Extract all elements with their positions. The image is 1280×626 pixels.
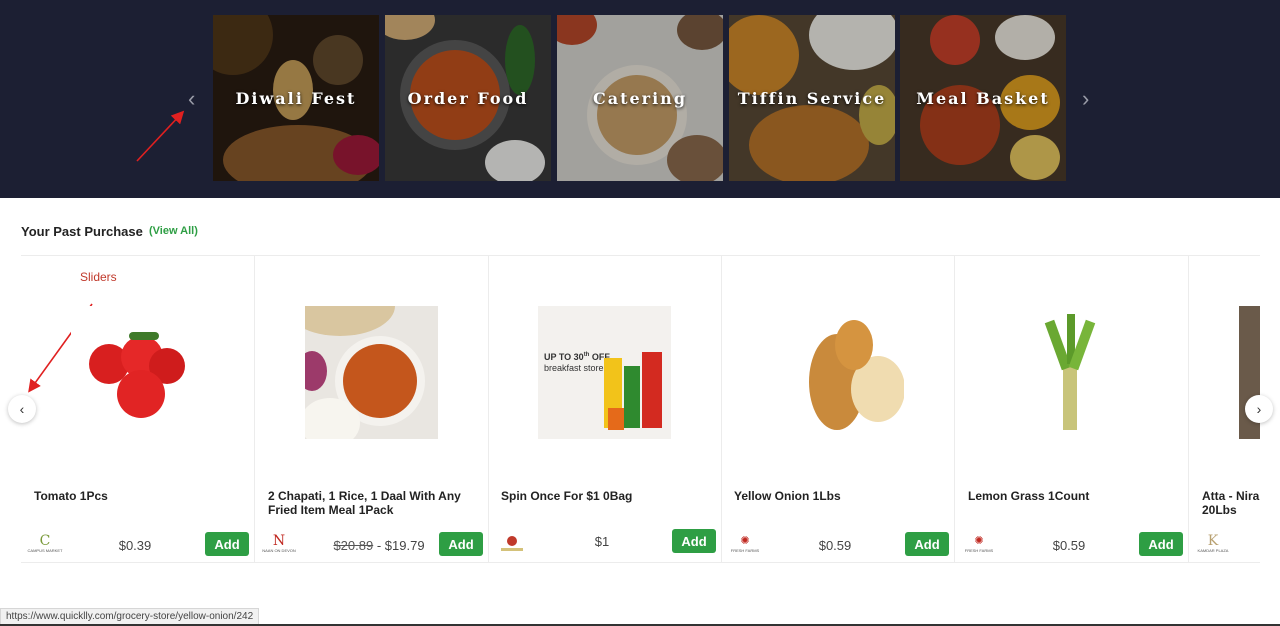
add-to-cart-button[interactable]: Add [1139, 532, 1183, 556]
category-catering[interactable]: Catering [557, 15, 723, 181]
product-old-price: $20.89 [333, 538, 374, 553]
store-logo-name: FRESH FARMS [730, 547, 760, 553]
product-price: $20.89 - $19.79 [333, 538, 425, 553]
store-logo-glyph: C [39, 532, 51, 549]
category-banner: ‹ Diwali Fest Order Food Catering Tiffin… [0, 0, 1280, 198]
store-logo-fresh-farms: ✺ FRESH FARMS [960, 532, 998, 554]
store-logo-name: FRESH FARMS [964, 547, 994, 553]
product-price: $0.39 [118, 538, 152, 553]
category-label: Tiffin Service [737, 88, 887, 108]
promo-text: UP TO 30th OFF breakfast store [544, 352, 610, 373]
store-logo [493, 532, 531, 554]
store-logo-glyph: ✺ [740, 533, 750, 547]
view-all-link[interactable]: (View All) [149, 225, 198, 237]
store-logo-glyph: ✺ [974, 533, 984, 547]
product-image-onion[interactable] [771, 306, 904, 439]
product-image-meal[interactable] [305, 306, 438, 439]
store-logo-name: KAMDAR PLAZA [1197, 547, 1229, 553]
product-name[interactable]: Atta - Nira 20Lbs [1202, 489, 1260, 517]
store-logo-glyph: N [272, 532, 286, 549]
product-price: $1 [594, 534, 610, 549]
store-logo-name: NAAN ON DEVON [262, 547, 296, 553]
product-card[interactable]: Yellow Onion 1Lbs ✺ FRESH FARMS $0.59 Ad… [721, 256, 955, 562]
slider-prev-button[interactable]: ‹ [8, 395, 36, 423]
category-meal-basket[interactable]: Meal Basket [900, 15, 1066, 181]
product-name[interactable]: 2 Chapati, 1 Rice, 1 Daal With Any Fried… [268, 489, 478, 517]
product-sale-price: $19.79 [384, 538, 425, 553]
store-logo-fresh-farms: ✺ FRESH FARMS [726, 532, 764, 554]
category-label: Order Food [407, 88, 529, 108]
category-label: Meal Basket [916, 88, 1050, 108]
add-to-cart-button[interactable]: Add [905, 532, 949, 556]
category-diwali-fest[interactable]: Diwali Fest [213, 15, 379, 181]
store-logo-naan-on-devon: N NAAN ON DEVON [260, 532, 298, 554]
category-order-food[interactable]: Order Food [385, 15, 551, 181]
product-price: $0.59 [818, 538, 852, 553]
add-to-cart-button[interactable]: Add [205, 532, 249, 556]
past-purchase-title: Your Past Purchase [21, 224, 143, 239]
product-name[interactable]: Lemon Grass 1Count [968, 489, 1178, 503]
store-logo-kamdar-plaza: K KAMDAR PLAZA [1194, 532, 1232, 554]
add-to-cart-button[interactable]: Add [672, 529, 716, 553]
product-card[interactable]: 2 Chapati, 1 Rice, 1 Daal With Any Fried… [255, 256, 489, 562]
add-to-cart-button[interactable]: Add [439, 532, 483, 556]
product-card[interactable]: Lemon Grass 1Count ✺ FRESH FARMS $0.59 A… [955, 256, 1189, 562]
store-logo-glyph: K [1207, 532, 1219, 549]
store-logo-campus-market: C CAMPUS MARKET [26, 532, 64, 554]
product-name[interactable]: Spin Once For $1 0Bag [501, 489, 711, 503]
product-name[interactable]: Yellow Onion 1Lbs [734, 489, 944, 503]
product-card[interactable]: UP TO 30th OFF breakfast store Spin Once… [488, 256, 722, 562]
product-name[interactable]: Tomato 1Pcs [34, 489, 244, 503]
product-image-spin-promo[interactable]: UP TO 30th OFF breakfast store [538, 306, 671, 439]
store-logo-name: CAMPUS MARKET [27, 547, 63, 553]
category-label: Diwali Fest [235, 88, 357, 108]
banner-next-icon[interactable]: › [1082, 88, 1089, 110]
product-card[interactable]: Tomato 1Pcs C CAMPUS MARKET $0.39 Add [21, 256, 255, 562]
category-label: Catering [593, 88, 687, 108]
product-image-lemon-grass[interactable] [1005, 306, 1138, 439]
banner-prev-icon[interactable]: ‹ [188, 88, 195, 110]
past-purchase-slider: Tomato 1Pcs C CAMPUS MARKET $0.39 Add 2 … [21, 255, 1260, 563]
slider-next-button[interactable]: › [1245, 395, 1273, 423]
chevron-left-icon: ‹ [19, 401, 25, 417]
product-price: $0.59 [1052, 538, 1086, 553]
product-image-tomato[interactable] [71, 306, 204, 439]
chevron-right-icon: › [1256, 401, 1262, 417]
category-tiffin-service[interactable]: Tiffin Service [729, 15, 895, 181]
